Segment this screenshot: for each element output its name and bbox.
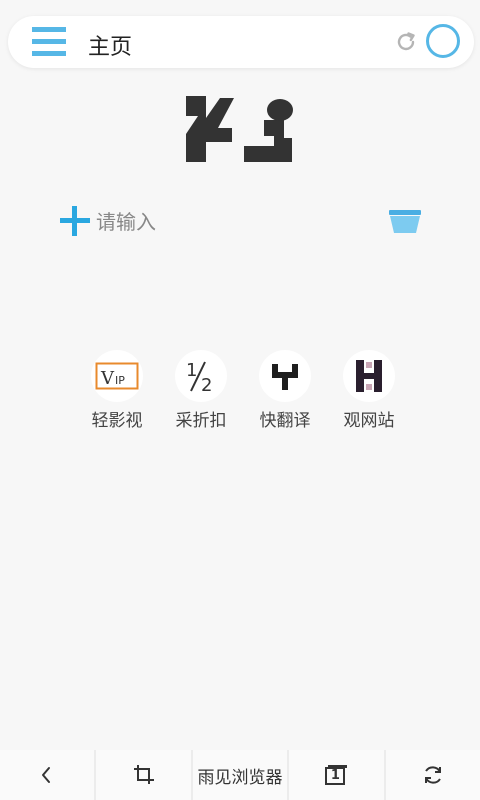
svg-text:2: 2 [201,375,212,394]
hamburger-menu-icon[interactable] [32,25,68,59]
refresh-icon[interactable] [394,30,418,54]
plus-icon[interactable] [60,206,90,236]
sync-button[interactable] [385,750,480,800]
svg-text:V: V [100,368,115,389]
svg-text:IP: IP [115,374,125,387]
shortcut-item[interactable]: V IP 轻影视 [84,350,150,431]
shortcut-grid: V IP 轻影视 1 2 采折扣 快翻译 观网站 [84,350,404,440]
browser-name-button[interactable]: 雨见浏览器 [192,750,288,800]
h-icon [343,350,395,402]
app-logo [186,96,294,162]
url-input[interactable] [96,206,366,238]
browser-name-label: 雨见浏览器 [197,767,283,788]
svg-text:1: 1 [186,360,197,381]
shortcut-item[interactable]: 快翻译 [252,350,318,431]
shortcut-item[interactable]: 1 2 采折扣 [168,350,234,431]
basket-icon[interactable] [389,210,421,234]
back-button[interactable] [0,750,95,800]
chevron-left-icon [42,767,51,783]
shortcut-label: 采折扣 [175,411,227,431]
tab-count: 1 [330,768,340,783]
sync-icon [424,766,441,784]
y-icon [259,350,311,402]
top-search-bar: 主页 [8,16,474,68]
shortcut-label: 快翻译 [259,411,311,431]
vip-icon: V IP [91,350,143,402]
bottom-nav-bar: 雨见浏览器 1 [0,750,480,800]
shortcut-item[interactable]: 观网站 [336,350,402,431]
page-title: 主页 [88,35,133,60]
circle-ring-icon[interactable] [426,24,460,58]
browser-home-page: 主页 请输入 V IP 轻影视 1 2 采折扣 快翻译 观网站 雨见浏览器 1 [0,0,480,800]
tab-count-icon: 1 [325,765,348,785]
crop-button[interactable] [96,750,191,800]
shortcut-label: 观网站 [343,411,395,431]
tabs-button[interactable]: 1 [289,750,384,800]
crop-icon [133,765,154,784]
shortcut-label: 轻影视 [91,411,143,431]
half-icon: 1 2 [175,350,227,402]
